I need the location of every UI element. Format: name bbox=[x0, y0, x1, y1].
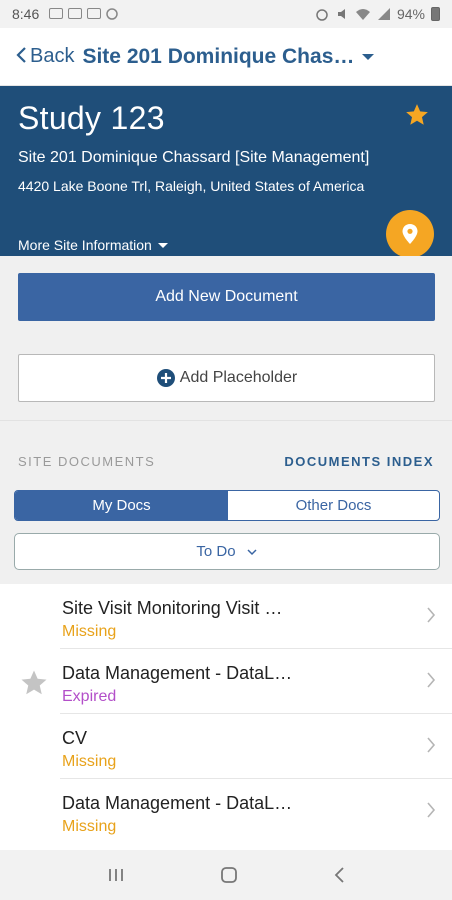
system-indicators: 94% bbox=[315, 6, 440, 22]
plus-circle-icon bbox=[156, 369, 175, 387]
add-new-document-button[interactable]: Add New Document bbox=[18, 273, 435, 321]
mute-icon bbox=[337, 9, 345, 19]
notification-icons bbox=[49, 8, 118, 20]
back-chevron-icon[interactable] bbox=[16, 46, 27, 68]
chevron-right-icon bbox=[427, 607, 436, 623]
document-status: Missing bbox=[62, 753, 117, 770]
site-selector-title[interactable]: Site 201 Dominique Chas… bbox=[82, 45, 354, 69]
site-name: Site 201 Dominique Chassard [Site Manage… bbox=[18, 149, 370, 166]
add-placeholder-button[interactable]: Add Placeholder bbox=[18, 354, 435, 402]
battery-icon bbox=[431, 7, 440, 21]
notification-icon bbox=[49, 8, 64, 19]
status-time: 8:46 bbox=[12, 6, 40, 22]
location-pin-icon bbox=[402, 224, 418, 244]
document-title: Site Visit Monitoring Visit … bbox=[62, 598, 283, 618]
documents-section: SITE DOCUMENTS DOCUMENTS INDEX My Docs O… bbox=[0, 420, 452, 584]
signal-icon bbox=[377, 8, 390, 20]
tab-other-docs[interactable]: Other Docs bbox=[228, 491, 439, 520]
list-item[interactable]: Site Visit Monitoring Visit … Missing bbox=[0, 584, 452, 649]
recent-apps-icon[interactable] bbox=[106, 867, 126, 883]
chevron-right-icon bbox=[427, 737, 436, 753]
docs-segmented-control: My Docs Other Docs bbox=[14, 490, 440, 521]
wifi-icon bbox=[355, 9, 370, 20]
star-icon[interactable] bbox=[19, 668, 49, 698]
notification-icon bbox=[87, 8, 102, 19]
notification-icon bbox=[68, 8, 83, 19]
document-title: Data Management - DataL… bbox=[62, 663, 293, 683]
tab-my-docs[interactable]: My Docs bbox=[15, 491, 228, 520]
battery-percent: 94% bbox=[396, 6, 425, 22]
alarm-icon bbox=[316, 9, 328, 21]
favorite-star-icon[interactable] bbox=[404, 102, 430, 128]
document-status: Missing bbox=[62, 623, 117, 640]
site-address: 4420 Lake Boone Trl, Raleigh, United Sta… bbox=[18, 178, 365, 194]
study-title: Study 123 bbox=[18, 100, 165, 136]
back-icon[interactable] bbox=[332, 866, 346, 884]
navigation-bar: Back Site 201 Dominique Chas… bbox=[0, 28, 452, 86]
chevron-right-icon bbox=[427, 672, 436, 688]
list-item[interactable]: CV Missing bbox=[0, 714, 452, 779]
status-bar: 8:46 94% bbox=[0, 0, 452, 28]
chevron-down-icon bbox=[247, 548, 257, 555]
system-navigation-bar bbox=[0, 850, 452, 900]
notification-icon bbox=[106, 8, 118, 20]
more-site-information-toggle[interactable]: More Site Information bbox=[18, 237, 168, 253]
site-documents-heading: SITE DOCUMENTS bbox=[18, 454, 156, 469]
document-title: CV bbox=[62, 728, 88, 748]
back-button[interactable]: Back bbox=[30, 45, 74, 68]
chevron-down-icon bbox=[157, 242, 168, 248]
more-site-information-label: More Site Information bbox=[18, 237, 152, 253]
list-item[interactable]: Data Management - DataL… Expired bbox=[0, 649, 452, 714]
chevron-down-icon[interactable] bbox=[362, 53, 375, 60]
map-location-button[interactable] bbox=[386, 210, 434, 258]
list-item[interactable]: Data Management - DataL… Missing bbox=[0, 779, 452, 844]
document-actions: Add New Document Add Placeholder bbox=[0, 256, 452, 420]
study-header: Study 123 Site 201 Dominique Chassard [S… bbox=[0, 86, 452, 258]
chevron-right-icon bbox=[427, 802, 436, 818]
status-filter-value: To Do bbox=[196, 543, 236, 560]
home-icon[interactable] bbox=[219, 865, 239, 885]
document-status: Expired bbox=[62, 688, 117, 705]
add-placeholder-label: Add Placeholder bbox=[179, 369, 298, 386]
document-list: Site Visit Monitoring Visit … Missing Da… bbox=[0, 584, 452, 850]
document-title: Data Management - DataL… bbox=[62, 793, 293, 813]
status-filter-dropdown[interactable]: To Do bbox=[14, 533, 440, 570]
document-status: Missing bbox=[62, 818, 117, 835]
documents-index-link[interactable]: DOCUMENTS INDEX bbox=[284, 454, 434, 469]
